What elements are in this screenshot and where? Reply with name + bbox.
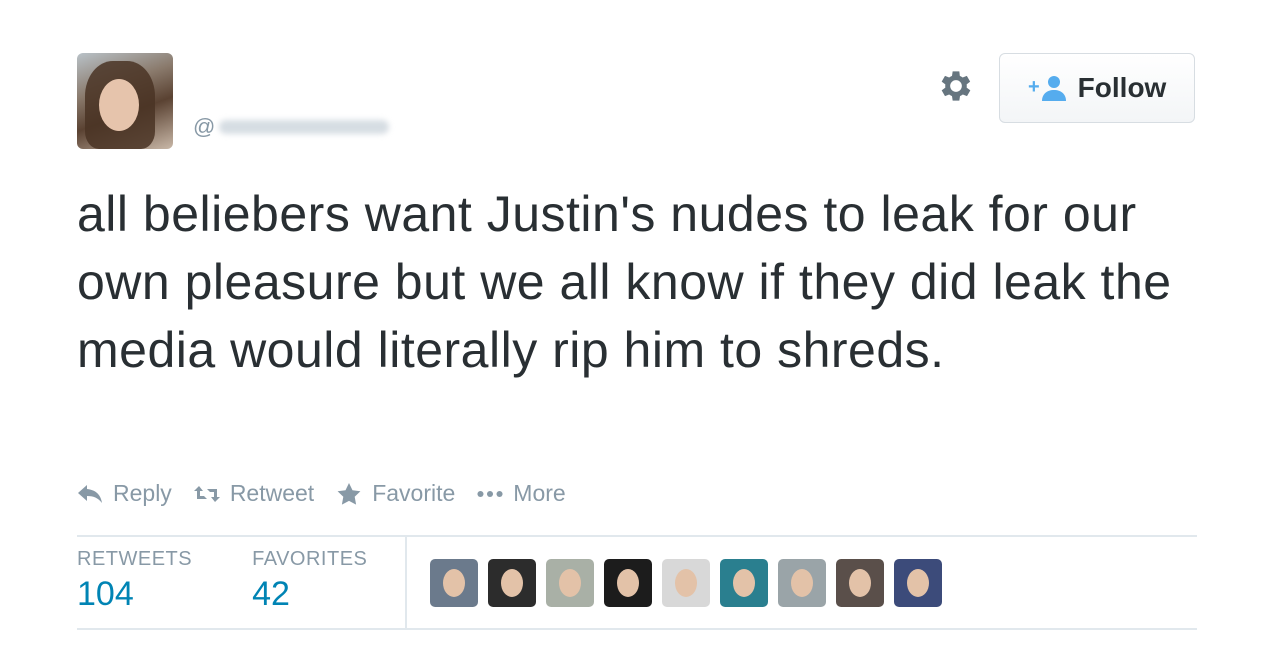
tweet-text: all beliebers want Justin's nudes to lea…: [77, 186, 1172, 378]
favoriter-avatar-face: [675, 569, 697, 597]
favoriter-avatar[interactable]: [604, 559, 652, 607]
favoriter-avatar-face: [501, 569, 523, 597]
retweets-count: 104: [77, 575, 134, 613]
favorites-count: 42: [252, 575, 290, 613]
favorite-label: Favorite: [372, 480, 456, 506]
gear-icon[interactable]: [936, 66, 976, 106]
tweet-actions: Reply Retweet Favorite More: [77, 480, 566, 507]
favorite-button[interactable]: Favorite: [336, 480, 455, 507]
avatar-face: [99, 79, 139, 131]
favoriter-avatar[interactable]: [488, 559, 536, 607]
reply-button[interactable]: Reply: [77, 480, 172, 507]
svg-text:+: +: [1028, 76, 1040, 98]
reply-icon: [78, 484, 102, 503]
retweet-icon: [193, 485, 220, 502]
user-handle[interactable]: @: [193, 114, 390, 140]
more-label: More: [513, 480, 566, 506]
stats-bottom-divider: [77, 628, 1197, 630]
stats-vertical-divider: [405, 537, 407, 629]
stats-top-divider: [77, 535, 1197, 537]
favoriter-avatar[interactable]: [546, 559, 594, 607]
reply-label: Reply: [113, 480, 172, 506]
user-avatar[interactable]: [77, 53, 173, 149]
favoriter-avatar-face: [791, 569, 813, 597]
follow-user-plus-icon: +: [1028, 76, 1066, 101]
retweet-button[interactable]: Retweet: [193, 480, 315, 507]
favoriter-avatar[interactable]: [430, 559, 478, 607]
favoriter-avatar-face: [443, 569, 465, 597]
favoriter-avatars: [430, 559, 942, 607]
favorites-label: FAVORITES: [252, 548, 368, 570]
favoriter-avatar-face: [559, 569, 581, 597]
favoriter-avatar-face: [849, 569, 871, 597]
more-dots-icon: [477, 490, 503, 497]
handle-prefix: @: [193, 114, 216, 139]
retweet-label: Retweet: [229, 480, 315, 506]
favoriter-avatar-face: [617, 569, 639, 597]
favoriter-avatar[interactable]: [778, 559, 826, 607]
retweets-label: RETWEETS: [77, 548, 193, 570]
handle-blurred: [219, 120, 390, 134]
more-button[interactable]: More: [477, 480, 566, 507]
favoriter-avatar-face: [907, 569, 929, 597]
follow-label: Follow: [1077, 72, 1167, 103]
tweet-stats: RETWEETS 104 FAVORITES 42: [77, 548, 367, 614]
favoriter-avatar[interactable]: [662, 559, 710, 607]
follow-button[interactable]: + Follow: [999, 53, 1195, 123]
favoriter-avatar[interactable]: [720, 559, 768, 607]
retweets-stat[interactable]: RETWEETS 104: [77, 548, 192, 614]
star-icon: [337, 482, 361, 505]
favorites-stat[interactable]: FAVORITES 42: [252, 548, 367, 614]
favoriter-avatar-face: [733, 569, 755, 597]
favoriter-avatar[interactable]: [836, 559, 884, 607]
favoriter-avatar[interactable]: [894, 559, 942, 607]
